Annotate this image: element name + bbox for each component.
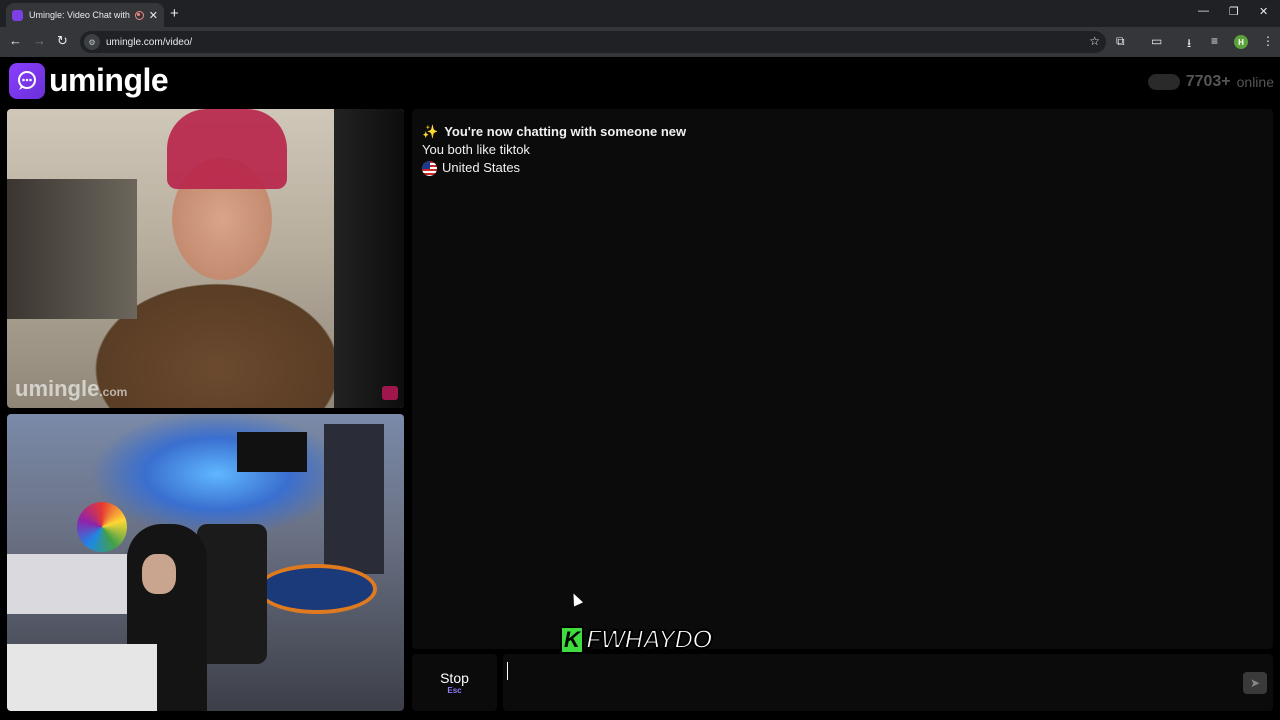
restore-window-button[interactable]: ❐ xyxy=(1229,5,1239,18)
logo-text[interactable]: umingle xyxy=(49,62,169,99)
chat-message-text: You're now chatting with someone new xyxy=(444,124,687,139)
chat-message: You both like tiktok xyxy=(422,141,1263,159)
url-text: umingle.com/video/ xyxy=(106,36,193,48)
browser-tab-strip: Umingle: Video Chat with S ✕ + — ❐ ✕ xyxy=(0,0,1280,27)
theme-toggle[interactable] xyxy=(1147,74,1180,90)
umingle-favicon-icon xyxy=(12,9,23,21)
stop-shortcut-hint: Esc xyxy=(447,686,462,695)
umingle-page: umingle 7703+ online umingle.com ✨ You'r… xyxy=(0,57,1280,720)
download-icon[interactable]: ⭳ xyxy=(1187,34,1191,55)
reload-button[interactable]: ↻ xyxy=(57,33,68,49)
overlay-text: FWHAYDO xyxy=(585,623,713,655)
streamer-name-overlay: K FWHAYDO xyxy=(560,623,713,655)
chat-message: ✨ You're now chatting with someone new xyxy=(422,123,1263,141)
sparkle-icon: ✨ xyxy=(422,124,439,139)
video-subject xyxy=(167,109,287,189)
video-subject xyxy=(142,554,176,594)
chat-message: United States xyxy=(422,159,1263,177)
us-flag-icon xyxy=(422,160,437,176)
site-info-icon[interactable]: ⚙ xyxy=(84,34,100,50)
online-label: online xyxy=(1236,74,1274,90)
profile-avatar[interactable]: H xyxy=(1234,35,1248,49)
video-background xyxy=(197,524,267,664)
close-tab-icon[interactable]: ✕ xyxy=(149,9,158,22)
tab-title: Umingle: Video Chat with S xyxy=(29,10,130,20)
video-background xyxy=(237,432,307,472)
message-input[interactable] xyxy=(503,654,1273,711)
video-background xyxy=(7,644,157,711)
text-caret xyxy=(507,662,508,680)
chat-bubble-logo-icon[interactable] xyxy=(9,63,45,99)
video-background xyxy=(7,179,137,319)
video-background xyxy=(7,554,127,614)
new-tab-button[interactable]: + xyxy=(170,5,179,22)
send-icon[interactable]: ➤ xyxy=(1243,672,1267,694)
online-indicator: 7703+ online xyxy=(1147,73,1274,91)
video-background xyxy=(324,424,384,574)
address-bar[interactable]: ⚙ umingle.com/video/ ☆ xyxy=(80,31,1106,53)
watermark: umingle.com xyxy=(15,376,127,402)
back-button[interactable]: ← xyxy=(9,33,22,48)
bookmark-star-icon[interactable]: ☆ xyxy=(1089,34,1100,48)
overlay-badge: K xyxy=(560,625,584,654)
online-count: 7703+ xyxy=(1185,73,1231,90)
watermark-suffix: .com xyxy=(99,385,128,399)
extensions-icon[interactable]: ⧉ xyxy=(1116,34,1125,49)
close-window-button[interactable]: ✕ xyxy=(1259,5,1268,18)
self-video xyxy=(7,414,404,711)
chat-controls: Stop Esc ➤ xyxy=(412,654,1273,711)
minimize-window-button[interactable]: — xyxy=(1198,5,1209,17)
video-background xyxy=(257,564,377,614)
recording-icon xyxy=(134,10,144,20)
video-background xyxy=(77,502,127,552)
browser-tab[interactable]: Umingle: Video Chat with S ✕ xyxy=(6,3,164,27)
chat-message-text: You both like tiktok xyxy=(422,142,530,157)
stranger-video: umingle.com xyxy=(7,109,404,408)
stop-button[interactable]: Stop Esc xyxy=(412,654,497,711)
media-control-icon[interactable]: ≡ xyxy=(1211,34,1218,48)
browser-menu-icon[interactable]: ⋮ xyxy=(1262,34,1274,48)
video-background xyxy=(334,109,404,408)
umingle-watermark-icon xyxy=(382,386,398,400)
stop-label: Stop xyxy=(440,670,469,686)
chat-log: ✨ You're now chatting with someone new Y… xyxy=(412,109,1273,649)
browser-toolbar: ← → ↻ ⚙ umingle.com/video/ ☆ ⧉ ▭ ⭳ ≡ ⋮ xyxy=(0,27,1280,57)
cast-icon[interactable]: ▭ xyxy=(1151,34,1162,48)
forward-button[interactable]: → xyxy=(33,33,46,48)
chat-message-text: United States xyxy=(442,160,521,175)
watermark-text: umingle xyxy=(15,376,100,401)
